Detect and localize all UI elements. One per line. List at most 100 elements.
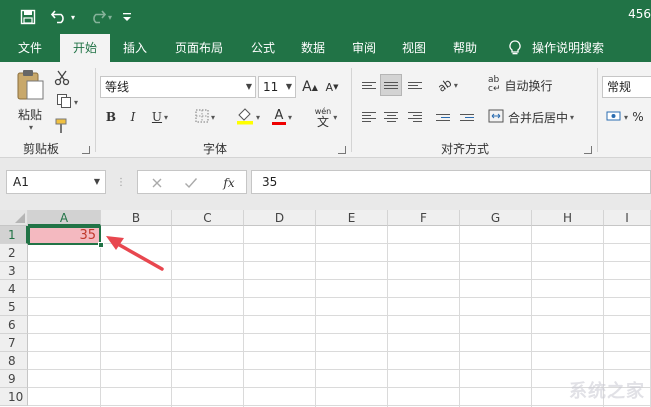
column-header-b[interactable]: B	[101, 210, 172, 226]
tab-file[interactable]: 文件	[6, 34, 54, 62]
merge-center-button[interactable]: 合并后居中 ▾	[488, 106, 580, 128]
redo-button[interactable]: ▾	[86, 7, 114, 27]
caret-up-icon: ▲	[311, 82, 318, 92]
group-separator	[597, 68, 598, 152]
font-color-button[interactable]: A ▾	[266, 106, 298, 128]
column-header-g[interactable]: G	[460, 210, 532, 226]
tab-help[interactable]: 帮助	[444, 34, 486, 62]
tell-me-search[interactable]: 操作说明搜索	[528, 34, 608, 62]
name-box[interactable]: A1 ▼	[6, 170, 106, 194]
column-header-c[interactable]: C	[172, 210, 244, 226]
row-header-8[interactable]: 8	[0, 352, 28, 370]
tab-view[interactable]: 视图	[393, 34, 435, 62]
middle-align-icon[interactable]	[380, 74, 402, 96]
cell-a1[interactable]: 35	[28, 226, 101, 245]
orientation-button[interactable]: ab ▾	[432, 74, 464, 96]
column-header-a[interactable]: A	[28, 210, 101, 226]
cut-icon[interactable]	[52, 68, 72, 88]
column-header-d[interactable]: D	[244, 210, 316, 226]
percent-style-icon[interactable]: %	[630, 106, 646, 128]
row-header-10[interactable]: 10	[0, 388, 28, 406]
save-icon[interactable]	[18, 7, 38, 27]
row-header-5[interactable]: 5	[0, 298, 28, 316]
bottom-align-icon[interactable]	[404, 74, 426, 96]
watermark: 系统之家	[569, 381, 645, 402]
formula-buttons: fx	[137, 170, 247, 194]
drag-handle-icon[interactable]: ⋮	[116, 172, 126, 192]
increase-indent-icon[interactable]	[456, 106, 478, 128]
chevron-down-icon: ▾	[453, 80, 458, 90]
grid-row-line	[28, 297, 651, 298]
clipboard-dialog-launcher-icon[interactable]	[82, 146, 90, 154]
top-align-icon[interactable]	[358, 74, 380, 96]
row-header-3[interactable]: 3	[0, 262, 28, 280]
bold-button[interactable]: B	[102, 106, 120, 128]
tab-formulas[interactable]: 公式	[242, 34, 284, 62]
lightbulb-icon[interactable]	[504, 34, 526, 62]
decrease-indent-icon[interactable]	[432, 106, 454, 128]
chevron-down-icon: ▾	[210, 112, 215, 122]
borders-button[interactable]: ▾	[188, 106, 222, 128]
increase-font-size-button[interactable]: A ▲	[300, 76, 320, 98]
customize-quick-access-icon[interactable]	[120, 7, 134, 27]
underline-button[interactable]: U ▾	[146, 106, 174, 128]
row-header-6[interactable]: 6	[0, 316, 28, 334]
chevron-down-icon: ▾	[28, 122, 33, 132]
column-header-e[interactable]: E	[316, 210, 388, 226]
format-painter-icon[interactable]	[52, 116, 72, 136]
alignment-group-label: 对齐方式	[440, 142, 489, 156]
orientation-icon: ab	[435, 75, 455, 95]
chevron-down-icon: ▼	[93, 177, 100, 186]
column-header-i[interactable]: I	[604, 210, 651, 226]
align-right-icon[interactable]	[404, 106, 426, 128]
formula-input[interactable]: 35	[251, 170, 651, 194]
cancel-icon[interactable]	[146, 173, 168, 193]
underline-label: U	[151, 110, 163, 124]
select-all-corner[interactable]	[0, 210, 28, 226]
paste-label: 粘贴	[17, 107, 42, 122]
copy-icon	[56, 93, 72, 112]
paste-button[interactable]: 粘贴 ▾	[10, 68, 50, 132]
fill-color-button[interactable]: ▾	[232, 106, 264, 128]
tab-insert[interactable]: 插入	[114, 34, 156, 62]
alignment-dialog-launcher-icon[interactable]	[584, 146, 592, 154]
font-name-value: 等线	[105, 80, 130, 94]
number-format-select[interactable]: 常规	[602, 76, 651, 98]
font-name-select[interactable]: 等线 ▼	[100, 76, 256, 98]
formula-bar: A1 ▼ ⋮ fx 35	[0, 158, 651, 210]
row-header-2[interactable]: 2	[0, 244, 28, 262]
grid-row-line	[28, 279, 651, 280]
column-header-f[interactable]: F	[388, 210, 460, 226]
ribbon: 粘贴 ▾ ▾ 剪贴板 等线 ▼ 11 ▼ A▲ A▼ B I U ▾ ▾ ▾	[0, 62, 651, 158]
grid-row-line	[28, 243, 651, 244]
accounting-format-button[interactable]: ▾	[604, 106, 630, 128]
insert-function-button[interactable]: fx	[218, 173, 240, 193]
italic-button[interactable]: I	[124, 106, 142, 128]
copy-button[interactable]: ▾	[52, 92, 82, 112]
phonetic-icon: wén 文	[314, 107, 332, 129]
fill-handle[interactable]	[98, 242, 104, 248]
row-header-9[interactable]: 9	[0, 370, 28, 388]
grid-column-line	[171, 226, 172, 407]
chevron-down-icon: ▾	[255, 112, 260, 122]
row-header-1[interactable]: 1	[0, 226, 28, 244]
tab-review[interactable]: 审阅	[343, 34, 385, 62]
font-dialog-launcher-icon[interactable]	[338, 146, 346, 154]
phonetic-guide-button[interactable]: wén 文 ▾	[308, 104, 344, 130]
decrease-font-size-button[interactable]: A ▼	[322, 76, 342, 98]
column-header-h[interactable]: H	[532, 210, 604, 226]
tab-page-layout[interactable]: 页面布局	[166, 34, 232, 62]
wrap-text-button[interactable]: ab c↵ 自动换行	[488, 74, 558, 96]
paint-bucket-icon	[236, 107, 254, 128]
tab-home[interactable]: 开始	[60, 34, 110, 62]
align-left-icon[interactable]	[358, 106, 380, 128]
row-header-4[interactable]: 4	[0, 280, 28, 298]
tab-data[interactable]: 数据	[292, 34, 334, 62]
undo-button[interactable]: ▾	[48, 7, 78, 27]
chevron-down-icon: ▾	[623, 112, 628, 122]
grid-column-line	[100, 226, 101, 407]
align-center-icon[interactable]	[380, 106, 402, 128]
row-header-7[interactable]: 7	[0, 334, 28, 352]
font-size-select[interactable]: 11 ▼	[258, 76, 296, 98]
enter-icon[interactable]	[180, 173, 202, 193]
